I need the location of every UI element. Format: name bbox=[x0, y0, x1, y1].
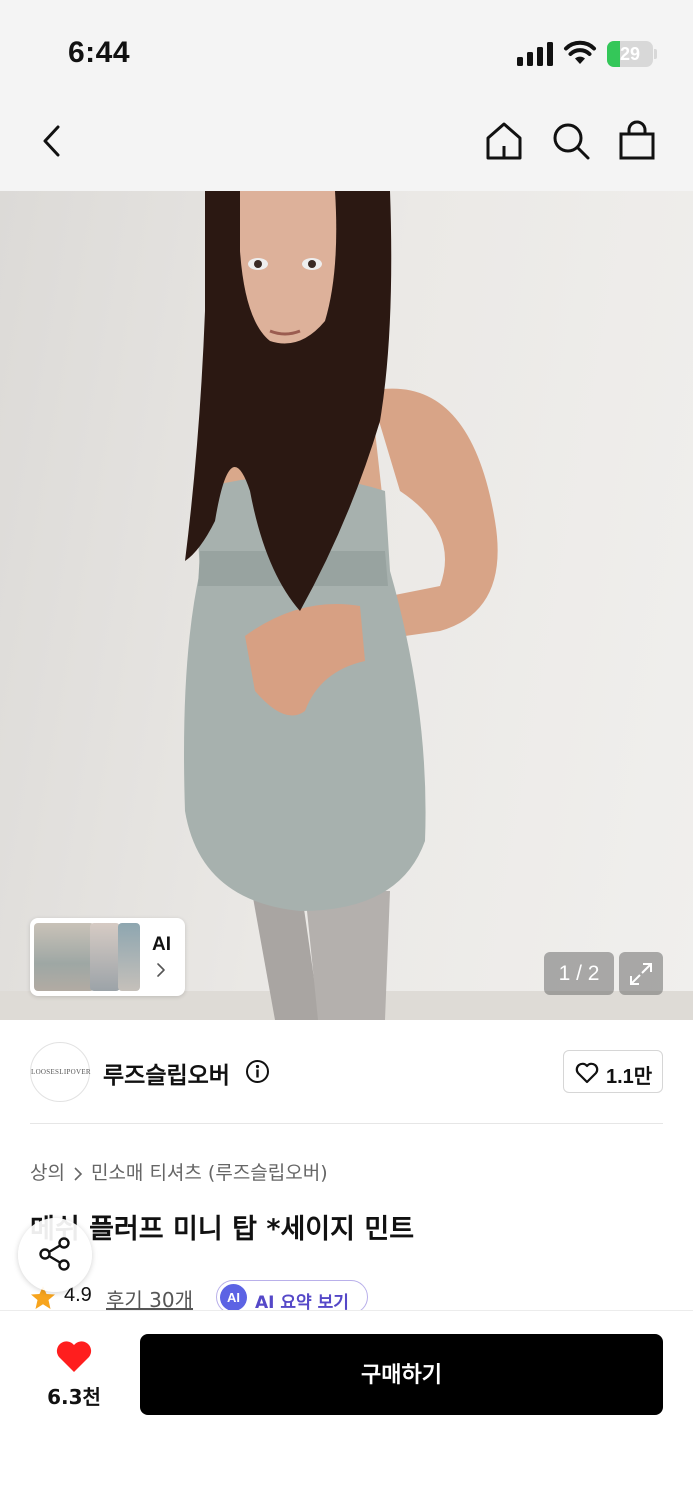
home-icon[interactable] bbox=[482, 119, 526, 163]
share-icon bbox=[39, 1237, 70, 1271]
search-icon[interactable] bbox=[549, 119, 593, 163]
brand-like-button[interactable]: 1.1만 bbox=[563, 1050, 663, 1093]
chevron-right-icon bbox=[157, 963, 165, 977]
share-button[interactable] bbox=[18, 1218, 92, 1292]
battery-level: 29 bbox=[619, 44, 641, 64]
expand-button[interactable] bbox=[619, 952, 663, 995]
status-time: 6:44 bbox=[68, 36, 131, 69]
info-icon[interactable] bbox=[245, 1059, 270, 1084]
ai-label: AI bbox=[152, 934, 171, 955]
breadcrumb-subcategory[interactable]: 민소매 티셔츠 (루즈슬립오버) bbox=[91, 1162, 328, 1184]
heart-filled-icon[interactable] bbox=[55, 1340, 93, 1374]
rating-row: 4.9 후기 30개 AI AI 요약 보기 bbox=[30, 1280, 690, 1314]
heart-outline-icon bbox=[575, 1062, 599, 1084]
shopping-bag-icon[interactable] bbox=[615, 119, 659, 163]
brand-logo[interactable]: LOOSESLIPOVER bbox=[30, 1042, 91, 1102]
breadcrumb: 상의 민소매 티셔츠 (루즈슬립오버) bbox=[30, 1158, 328, 1185]
ai-style-thumbnail[interactable]: AI bbox=[30, 918, 185, 996]
back-arrow-icon[interactable] bbox=[30, 119, 74, 163]
cellular-signal-icon bbox=[517, 42, 553, 66]
image-page-counter: 1 / 2 bbox=[544, 952, 614, 995]
brand-row: LOOSESLIPOVER 루즈슬립오버 1.1만 bbox=[0, 1020, 693, 1124]
breadcrumb-category[interactable]: 상의 bbox=[30, 1162, 65, 1184]
expand-icon bbox=[630, 963, 652, 985]
brand-name[interactable]: 루즈슬립오버 bbox=[103, 1056, 230, 1090]
buy-button[interactable]: 구매하기 bbox=[140, 1334, 663, 1415]
divider bbox=[30, 1123, 663, 1124]
like-count: 6.3천 bbox=[47, 1385, 101, 1409]
wifi-icon bbox=[564, 40, 596, 64]
ai-summary-button[interactable]: AI AI 요약 보기 bbox=[216, 1280, 368, 1314]
review-count-link[interactable]: 후기 30개 bbox=[106, 1284, 193, 1313]
top-nav-bar bbox=[0, 95, 693, 191]
thumbnail-image bbox=[90, 923, 120, 991]
chevron-right-icon bbox=[74, 1166, 83, 1181]
bottom-action-bar: 6.3천 구매하기 bbox=[0, 1310, 693, 1500]
product-image-gallery[interactable]: AI 1 / 2 bbox=[0, 191, 693, 1020]
thumbnail-image bbox=[118, 923, 140, 991]
status-bar: 6:44 29 bbox=[0, 0, 693, 95]
brand-like-count: 1.1만 bbox=[606, 1066, 653, 1088]
product-photo bbox=[0, 191, 693, 1020]
ai-badge: AI bbox=[220, 1284, 247, 1311]
thumbnail-image bbox=[34, 923, 94, 991]
battery-icon: 29 bbox=[607, 41, 657, 67]
